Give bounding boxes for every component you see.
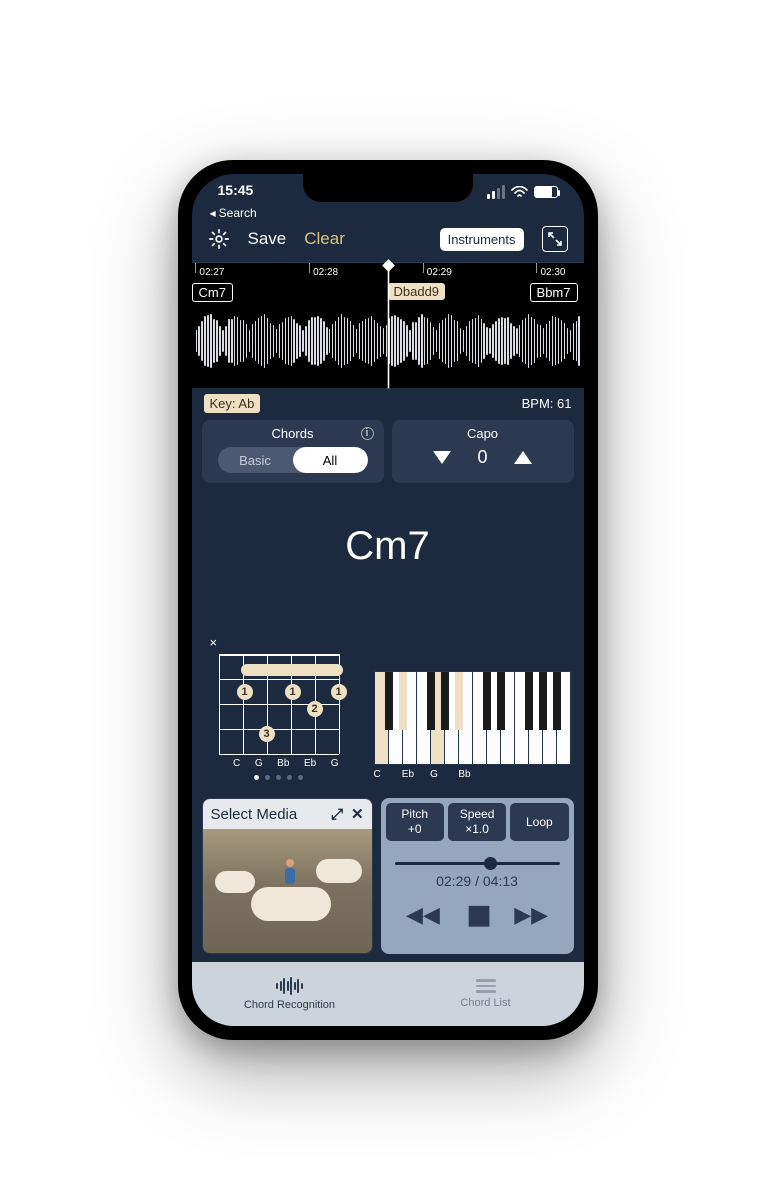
- time-display: 02:29 / 04:13: [381, 873, 574, 889]
- info-icon[interactable]: i: [361, 427, 374, 440]
- toolbar: Save Clear Instruments: [192, 226, 584, 252]
- save-button[interactable]: Save: [248, 229, 287, 249]
- back-to-search[interactable]: Search: [210, 206, 257, 220]
- clear-button[interactable]: Clear: [304, 229, 345, 249]
- timeline-tick: 02:28: [309, 267, 338, 278]
- timeline-tick: 02:29: [423, 267, 452, 278]
- media-thumbnail[interactable]: [203, 829, 372, 953]
- capo-up-icon[interactable]: [514, 451, 532, 464]
- bottom-panel: Select Media ⤢ ✕ Pitch+0 Speed×1.0 Loop …: [202, 798, 574, 954]
- piano-diagram[interactable]: CEbGBb: [374, 671, 572, 780]
- player-panel: Pitch+0 Speed×1.0 Loop 02:29 / 04:13 ◀◀ …: [381, 798, 574, 954]
- media-panel: Select Media ⤢ ✕: [202, 798, 373, 954]
- screen: 15:45 Search Save Clear Instruments 02:2…: [192, 174, 584, 1026]
- capo-title: Capo: [400, 426, 566, 441]
- timeline-chord-pill[interactable]: Cm7: [192, 283, 233, 302]
- list-icon: [476, 979, 496, 993]
- chords-title: Chords: [272, 426, 314, 441]
- progress-track[interactable]: [395, 862, 560, 865]
- capo-card: Capo 0: [392, 420, 574, 483]
- seg-all[interactable]: All: [293, 447, 368, 473]
- fret-dot: 1: [285, 684, 301, 700]
- timeline[interactable]: 02:2702:2802:2902:30 Cm7Dbadd9Bbm7 Key: …: [192, 262, 584, 388]
- loop-button[interactable]: Loop: [510, 803, 568, 841]
- piano-note-labels: CEbGBb: [374, 769, 572, 780]
- playhead[interactable]: [388, 263, 389, 388]
- timeline-tick: 02:30: [536, 267, 565, 278]
- tab-bar: Chord Recognition Chord List: [192, 962, 584, 1026]
- tab-chord-list[interactable]: Chord List: [388, 962, 584, 1026]
- barre: [241, 664, 343, 676]
- options-row: Chords i Basic All Capo 0: [202, 420, 574, 483]
- timeline-chord-pill[interactable]: Dbadd9: [388, 283, 446, 300]
- notch: [303, 174, 473, 202]
- capo-down-icon[interactable]: [433, 451, 451, 464]
- tab-chord-recognition[interactable]: Chord Recognition: [192, 962, 388, 1026]
- home-indicator[interactable]: [323, 1030, 453, 1034]
- key-pill[interactable]: Key: Ab: [204, 394, 261, 413]
- current-chord-name: Cm7: [192, 524, 584, 569]
- chords-card: Chords i Basic All: [202, 420, 384, 483]
- fret-dot: 3: [259, 726, 275, 742]
- seg-basic[interactable]: Basic: [218, 447, 293, 473]
- guitar-diagram[interactable]: × 1 1 1 2 3 CGBbEbG: [204, 635, 354, 780]
- tab-label: Chord Recognition: [244, 999, 335, 1011]
- pitch-button[interactable]: Pitch+0: [386, 803, 444, 841]
- phone-frame: 15:45 Search Save Clear Instruments 02:2…: [178, 160, 598, 1040]
- instruments-button[interactable]: Instruments: [440, 228, 524, 251]
- chord-display: Cm7 × 1 1 1 2 3 CGBbEbG: [192, 492, 584, 794]
- select-media-button[interactable]: Select Media: [211, 806, 298, 823]
- pager-dots[interactable]: [204, 775, 354, 780]
- tab-label: Chord List: [460, 997, 510, 1009]
- mute-string-icon: ×: [210, 635, 354, 650]
- bpm-label: BPM: 61: [522, 396, 572, 411]
- timeline-tick: 02:27: [195, 267, 224, 278]
- progress-knob[interactable]: [484, 857, 497, 870]
- fret-dot: 1: [237, 684, 253, 700]
- pause-icon[interactable]: ▮▮: [467, 899, 488, 930]
- gear-icon[interactable]: [208, 228, 230, 250]
- status-time: 15:45: [218, 182, 254, 202]
- signal-icon: [487, 185, 505, 199]
- expand-icon[interactable]: [542, 226, 568, 252]
- wifi-icon: [511, 186, 528, 199]
- fret-dot: 1: [331, 684, 347, 700]
- capo-value: 0: [477, 447, 487, 468]
- waveform-icon: [276, 977, 303, 995]
- chords-segmented[interactable]: Basic All: [218, 447, 368, 473]
- skip-back-icon[interactable]: ◀◀: [406, 902, 440, 928]
- speed-button[interactable]: Speed×1.0: [448, 803, 506, 841]
- expand-media-icon[interactable]: ⤢: [331, 806, 343, 823]
- battery-icon: [534, 186, 558, 198]
- back-label: Search: [219, 206, 257, 220]
- skip-forward-icon[interactable]: ▶▶: [514, 902, 548, 928]
- timeline-chord-pill[interactable]: Bbm7: [530, 283, 578, 302]
- close-media-icon[interactable]: ✕: [351, 805, 364, 823]
- fret-dot: 2: [307, 701, 323, 717]
- guitar-note-labels: CGBbEbG: [219, 758, 339, 769]
